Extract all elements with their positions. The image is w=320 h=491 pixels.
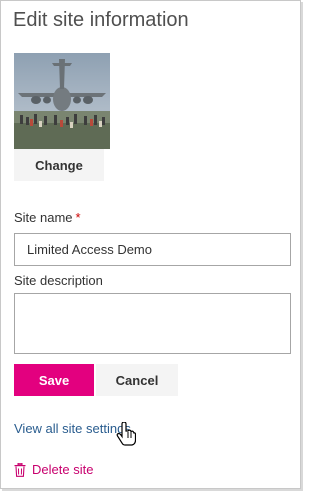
delete-site-link[interactable]: Delete site bbox=[14, 462, 93, 477]
cancel-button[interactable]: Cancel bbox=[96, 364, 178, 396]
edit-site-panel: Edit site information Change Site name *… bbox=[0, 0, 301, 489]
site-name-label: Site name * bbox=[14, 210, 81, 225]
site-name-input[interactable]: Limited Access Demo bbox=[14, 233, 291, 266]
hand-pointer-icon bbox=[116, 421, 137, 451]
site-description-input[interactable] bbox=[14, 293, 291, 354]
change-logo-button[interactable]: Change bbox=[14, 149, 104, 181]
save-button[interactable]: Save bbox=[14, 364, 94, 396]
site-description-label: Site description bbox=[14, 273, 103, 288]
view-all-site-settings-link[interactable]: View all site settings bbox=[14, 421, 131, 436]
plane-photo-icon bbox=[14, 53, 110, 149]
delete-site-label: Delete site bbox=[32, 462, 94, 477]
trash-icon bbox=[14, 462, 26, 477]
required-marker: * bbox=[75, 210, 81, 225]
site-logo-image bbox=[14, 53, 110, 149]
panel-title: Edit site information bbox=[13, 9, 189, 31]
site-name-label-text: Site name bbox=[14, 210, 73, 225]
